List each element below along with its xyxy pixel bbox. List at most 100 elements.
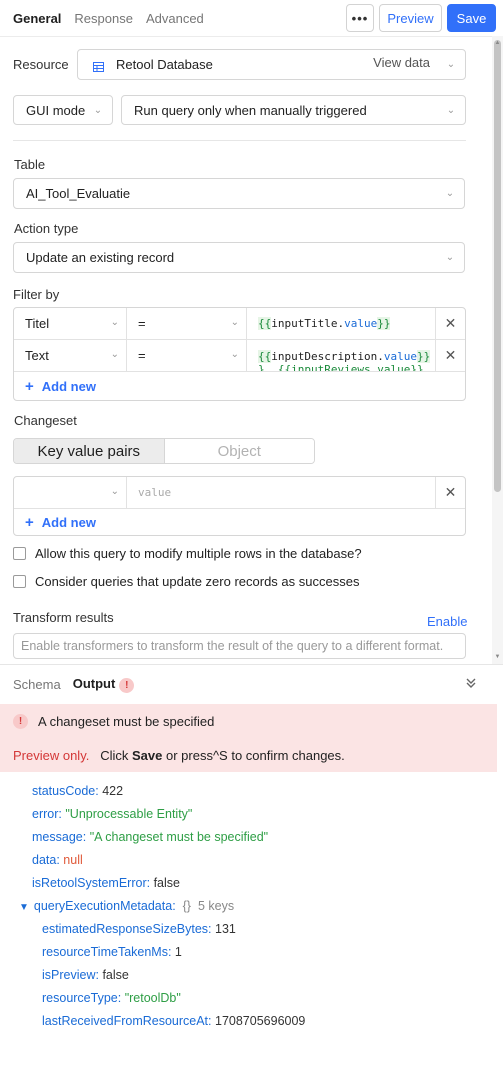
error-icon: ! (13, 714, 28, 729)
resource-select[interactable]: Retool Database View data ⌄ (77, 49, 466, 80)
tab-advanced[interactable]: Advanced (146, 11, 204, 26)
segment-key-value-pairs[interactable]: Key value pairs (14, 439, 165, 463)
json-row-lastreceivedfromresourceat[interactable]: lastReceivedFromResourceAt: 170870569600… (42, 1014, 305, 1028)
trigger-value: Run query only when manually triggered (134, 102, 367, 118)
chevron-down-icon: ⌄ (445, 252, 455, 263)
error-message-row: ! A changeset must be specified (13, 714, 214, 729)
add-changeset-button[interactable]: + Add new (25, 514, 96, 531)
filter-operator-select[interactable]: = ⌄ (127, 308, 247, 339)
plus-icon: + (25, 378, 34, 395)
chevron-down-icon: ⌄ (110, 486, 119, 497)
chevron-down-icon: ⌄ (93, 105, 103, 116)
changeset-row: ⌄ value ✕ (14, 477, 465, 509)
changeset-label: Changeset (14, 413, 77, 428)
filter-box: Titel ⌄ = ⌄ {{inputTitle.value}} ✕ Text … (13, 307, 466, 401)
view-data-link[interactable]: View data (373, 55, 430, 70)
filter-column-select[interactable]: Titel ⌄ (14, 308, 127, 339)
filter-value-input[interactable]: {{inputTitle.value}} (247, 308, 436, 339)
close-icon: ✕ (444, 315, 457, 331)
remove-changeset-button[interactable]: ✕ (435, 477, 465, 508)
remove-filter-button[interactable]: ✕ (435, 340, 465, 371)
top-divider (0, 36, 503, 37)
error-panel: ! A changeset must be specified Preview … (0, 704, 497, 772)
action-type-select[interactable]: Update an existing record ⌄ (13, 242, 465, 273)
filter-operator-select[interactable]: = ⌄ (127, 340, 247, 371)
preview-save-text: Save (131, 748, 163, 763)
json-row-isretoolsystemerror[interactable]: isRetoolSystemError: false (32, 876, 180, 890)
filter-value-input[interactable]: {{inputDescription.value}} }, {{inputRev… (247, 340, 436, 371)
transform-label: Transform results (13, 610, 114, 625)
zero-records-label: Consider queries that update zero record… (35, 574, 360, 589)
filter-operator-value: = (138, 348, 146, 363)
save-button[interactable]: Save (447, 4, 496, 32)
output-tabs: Schema Output! (0, 664, 503, 704)
json-row-ispreview[interactable]: isPreview: false (42, 968, 129, 982)
filter-value-code: {{inputDescription.value}} (258, 350, 431, 363)
transformer-input[interactable]: Enable transformers to transform the res… (13, 633, 466, 659)
multiple-rows-label: Allow this query to modify multiple rows… (35, 546, 362, 561)
segment-object[interactable]: Object (164, 439, 314, 463)
trigger-select[interactable]: Run query only when manually triggered ⌄ (121, 95, 466, 125)
filter-column-value: Text (25, 348, 49, 363)
scrollbar-thumb[interactable] (494, 40, 501, 492)
filter-row: Titel ⌄ = ⌄ {{inputTitle.value}} ✕ (14, 308, 465, 340)
chevron-down-icon: ⌄ (446, 105, 456, 116)
filter-row: Text ⌄ = ⌄ {{inputDescription.value}} },… (14, 340, 465, 372)
chevron-down-icon: ⌄ (230, 317, 239, 328)
error-badge: ! (119, 677, 135, 693)
tab-general[interactable]: General (13, 11, 61, 26)
multiple-rows-checkbox[interactable] (13, 547, 26, 560)
changeset-box: ⌄ value ✕ + Add new (13, 476, 466, 536)
json-row-resourcetimetakenms[interactable]: resourceTimeTakenMs: 1 (42, 945, 182, 959)
preview-click-text: Click (100, 748, 129, 763)
changeset-mode-toggle: Key value pairs Object (13, 438, 315, 464)
section-divider (13, 140, 466, 141)
add-filter-button[interactable]: + Add new (25, 378, 96, 395)
remove-filter-button[interactable]: ✕ (435, 308, 465, 339)
json-row-resourcetype[interactable]: resourceType: "retoolDb" (42, 991, 181, 1005)
collapse-icon[interactable] (466, 677, 476, 692)
mode-value: GUI mode (26, 102, 86, 118)
option-multiple-rows[interactable]: Allow this query to modify multiple rows… (13, 546, 362, 561)
json-row-statuscode[interactable]: statusCode: 422 (32, 784, 123, 798)
filter-operator-value: = (138, 316, 146, 331)
enable-transformer-link[interactable]: Enable (427, 614, 467, 629)
preview-button[interactable]: Preview (379, 4, 442, 32)
tab-output-label: Output (72, 676, 116, 692)
chevron-down-icon: ⌄ (110, 317, 119, 328)
plus-icon: + (25, 514, 34, 531)
table-icon (93, 60, 104, 72)
tab-output[interactable]: Output! (72, 676, 135, 693)
json-row-data[interactable]: data: null (32, 853, 83, 867)
chevron-down-icon: ⌄ (445, 188, 455, 199)
error-message: A changeset must be specified (38, 714, 215, 729)
zero-records-checkbox[interactable] (13, 575, 26, 588)
tab-schema[interactable]: Schema (13, 677, 61, 692)
tab-response[interactable]: Response (74, 11, 133, 26)
value-placeholder: value (138, 486, 172, 499)
json-row-error[interactable]: error: "Unprocessable Entity" (32, 807, 192, 821)
filter-column-value: Titel (25, 316, 50, 331)
scroll-up-icon[interactable]: ▲ (494, 40, 501, 46)
expand-toggle-icon[interactable]: ▼ (19, 902, 29, 913)
scroll-down-icon[interactable]: ▼ (494, 654, 501, 660)
mode-select[interactable]: GUI mode ⌄ (13, 95, 113, 125)
filter-label: Filter by (13, 287, 60, 302)
more-options-button[interactable]: ••• (346, 4, 374, 32)
table-select[interactable]: AI_Tool_Evaluatie ⌄ (13, 178, 465, 209)
toolbar: ••• Preview Save (346, 4, 496, 32)
filter-column-select[interactable]: Text ⌄ (14, 340, 127, 371)
table-label: Table (14, 157, 46, 172)
preview-only-text: Preview only. (13, 748, 90, 763)
table-value: AI_Tool_Evaluatie (26, 186, 131, 201)
changeset-value-input[interactable]: value (127, 477, 436, 508)
preview-notice: Preview only. Click Save or press^S to c… (13, 748, 345, 763)
json-row-queryexecutionmetadata[interactable]: ▼ queryExecutionMetadata: {} 5 keys (19, 899, 234, 913)
query-config-panel: Resource Retool Database View data ⌄ GUI… (0, 36, 503, 664)
option-zero-records[interactable]: Consider queries that update zero record… (13, 574, 359, 589)
changeset-key-select[interactable]: ⌄ (14, 477, 127, 508)
resource-value: Retool Database (116, 57, 213, 72)
json-row-estimatedresponsesizebytes[interactable]: estimatedResponseSizeBytes: 131 (42, 922, 236, 936)
json-row-message[interactable]: message: "A changeset must be specified" (32, 830, 268, 844)
add-new-label: Add new (41, 379, 96, 394)
